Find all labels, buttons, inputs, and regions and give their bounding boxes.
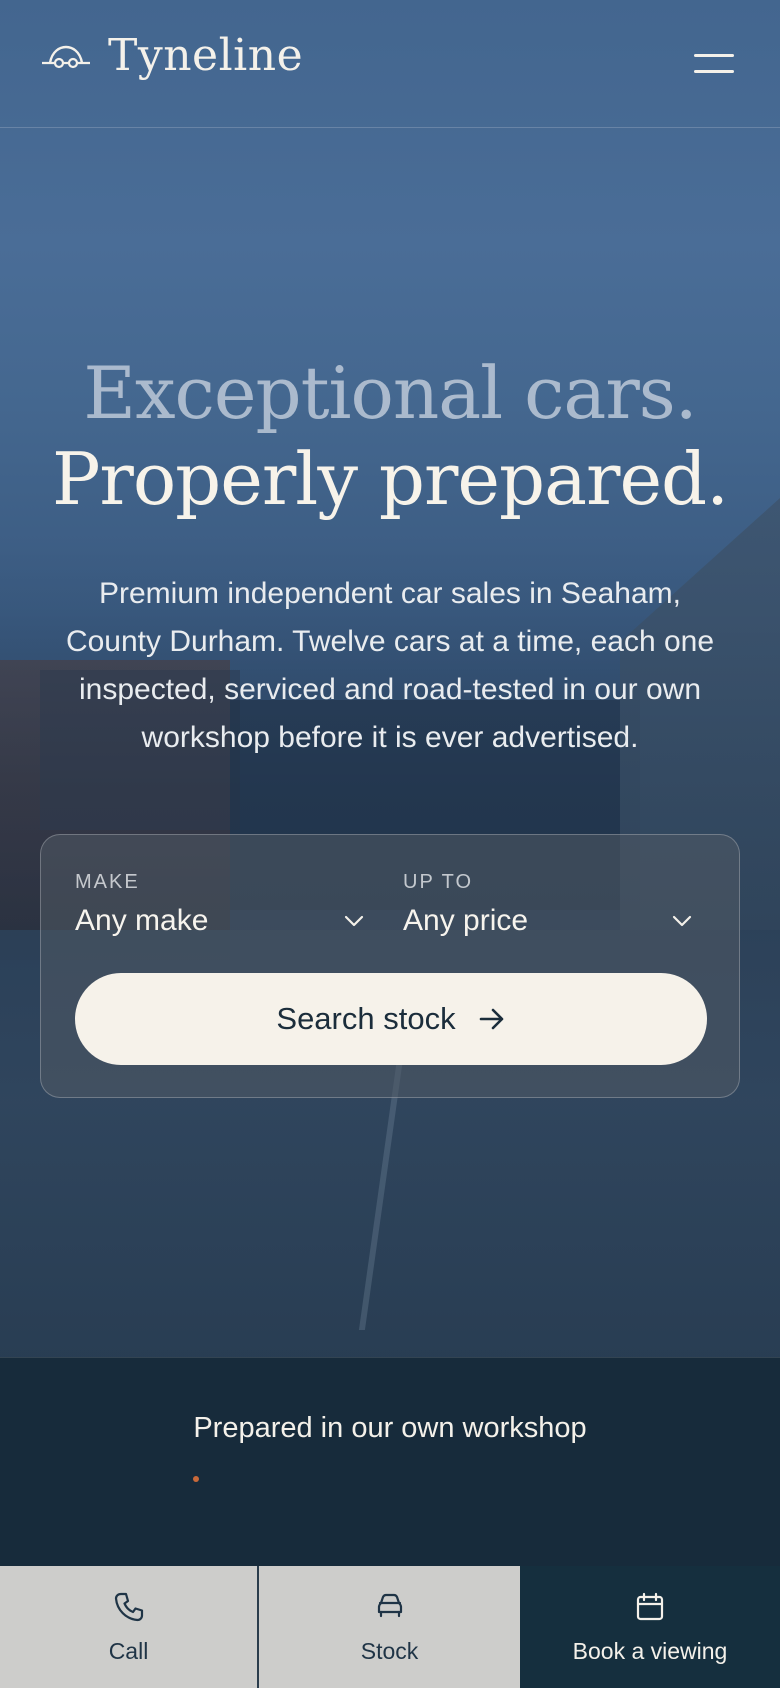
call-button[interactable]: Call bbox=[0, 1566, 259, 1688]
site-header: Tyneline bbox=[0, 0, 780, 128]
make-select[interactable]: MAKE Any make bbox=[75, 871, 365, 938]
make-value: Any make bbox=[75, 904, 209, 937]
headline-line-2: Properly prepared. bbox=[51, 437, 729, 521]
calendar-icon bbox=[636, 1592, 664, 1620]
menu-bar bbox=[694, 70, 734, 73]
phone-icon bbox=[114, 1592, 143, 1621]
car-icon bbox=[377, 1593, 402, 1617]
make-label: MAKE bbox=[75, 871, 140, 893]
chevron-down-icon bbox=[344, 915, 364, 927]
price-label: UP TO bbox=[403, 871, 474, 893]
brand-name: Tyneline bbox=[108, 30, 304, 81]
workshop-band-title: Prepared in our own workshop bbox=[193, 1412, 587, 1444]
menu-bar bbox=[694, 54, 734, 57]
stock-button[interactable]: Stock bbox=[259, 1566, 520, 1688]
arrow-right-icon bbox=[479, 1008, 503, 1030]
hero-headline: Exceptional cars. Properly prepared. bbox=[0, 350, 780, 522]
chevron-down-icon bbox=[672, 915, 692, 927]
carousel-indicator-dot bbox=[193, 1476, 199, 1482]
hero-subtext: Premium independent car sales in Seaham,… bbox=[65, 577, 715, 754]
hamburger-menu-icon[interactable] bbox=[694, 52, 738, 76]
price-value: Any price bbox=[403, 904, 529, 937]
search-stock-label: Search stock bbox=[276, 1001, 456, 1036]
car-front-icon bbox=[42, 45, 90, 68]
brand-logo[interactable]: Tyneline bbox=[40, 30, 303, 81]
stock-label: Stock bbox=[360, 1637, 419, 1664]
search-stock-button[interactable]: Search stock bbox=[75, 973, 707, 1065]
headline-line-1: Exceptional cars. bbox=[83, 351, 697, 435]
bottom-action-bar: Call Stock Book a viewing bbox=[0, 1566, 780, 1688]
price-select[interactable]: UP TO Any price bbox=[403, 871, 693, 938]
call-label: Call bbox=[108, 1637, 149, 1664]
book-viewing-label: Book a viewing bbox=[572, 1637, 728, 1664]
stock-search-card: MAKE Any make UP TO Any price Search sto… bbox=[40, 834, 740, 1098]
price-value-row: Any price bbox=[403, 904, 693, 938]
hero-section: Tyneline Exceptional cars. Properly prep… bbox=[0, 0, 780, 1357]
workshop-band: Prepared in our own workshop bbox=[0, 1357, 780, 1567]
book-viewing-button[interactable]: Book a viewing bbox=[520, 1566, 780, 1688]
make-value-row: Any make bbox=[75, 904, 365, 938]
